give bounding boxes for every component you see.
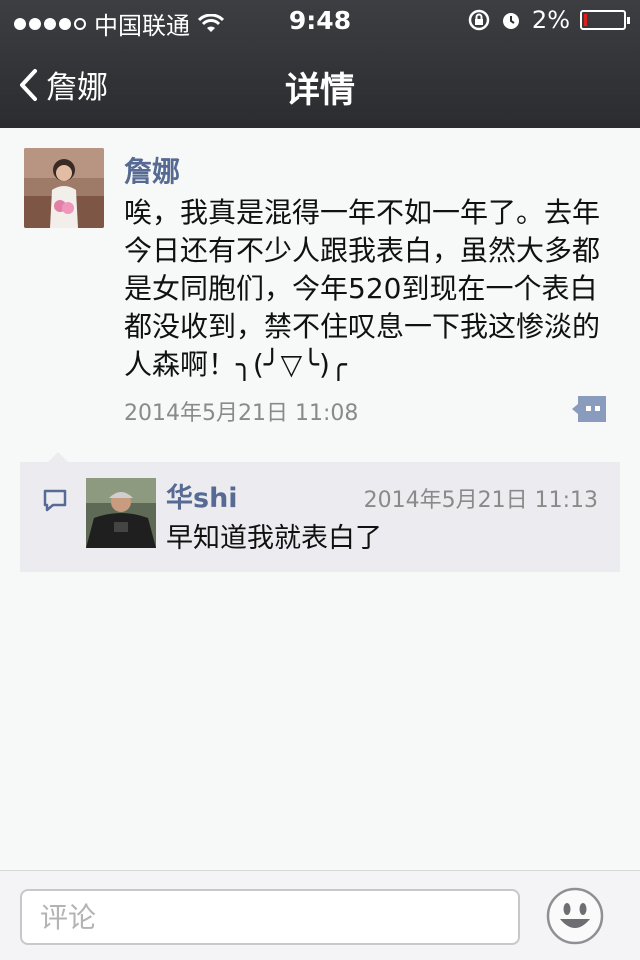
top-bar: 中国联通 9:48 2% 詹娜 详情: [0, 0, 640, 128]
more-options-icon[interactable]: [570, 394, 608, 424]
comment-avatar[interactable]: [86, 478, 156, 548]
comment-text: 早知道我就表白了: [166, 523, 382, 554]
page-title: 详情: [284, 71, 355, 111]
post-content: 唉，我真是混得一年不如一年了。去年今日还有不少人跟我表白，虽然大多都是女同胞们，…: [124, 196, 601, 381]
status-right: 2%: [468, 6, 630, 34]
alarm-icon: [502, 13, 519, 29]
post-timestamp: 2014年5月21日 11:08: [124, 401, 359, 426]
comment-area: 华shi 2014年5月21日 11:13 早知道我就表白了: [20, 452, 620, 572]
comment-input-bar: [0, 870, 640, 960]
status-bar: 中国联通 9:48 2%: [0, 0, 640, 40]
comment-author[interactable]: 华shi: [166, 476, 238, 515]
nav-bar: 詹娜 详情: [0, 40, 640, 128]
comment-icon: [43, 489, 67, 512]
comment-timestamp: 2014年5月21日 11:13: [363, 488, 598, 513]
battery-icon: [580, 10, 630, 30]
post-author[interactable]: 詹娜: [124, 150, 180, 190]
comment-input[interactable]: [20, 889, 520, 945]
author-avatar[interactable]: [24, 148, 104, 228]
battery-percent: 2%: [531, 6, 570, 34]
rotation-lock-icon: [468, 9, 490, 31]
emoji-icon[interactable]: [546, 887, 604, 945]
